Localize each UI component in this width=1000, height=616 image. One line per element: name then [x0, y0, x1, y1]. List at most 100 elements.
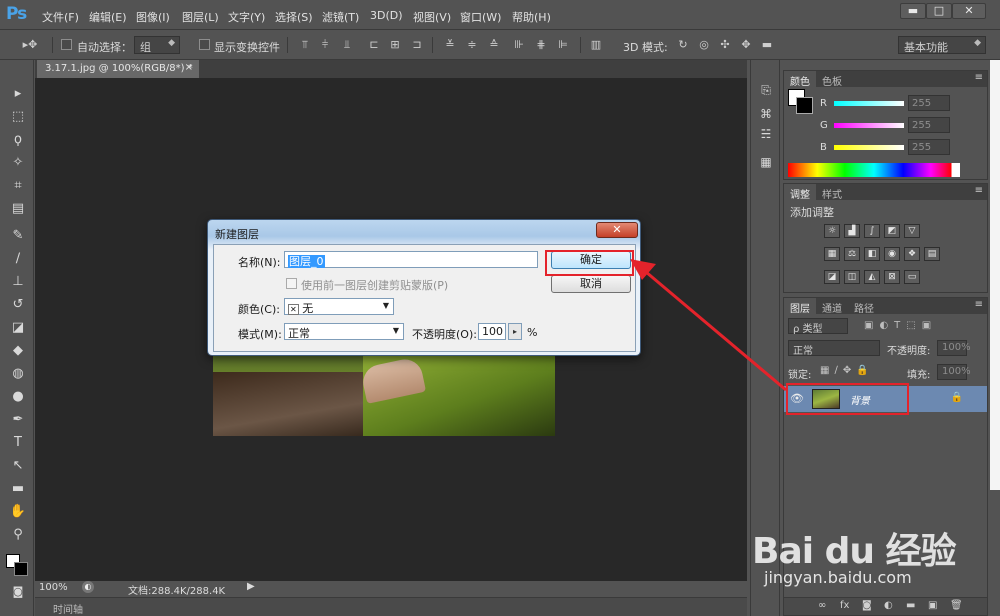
blue-channel-slider[interactable] [834, 145, 904, 150]
panel-menu-icon[interactable]: ≡ [975, 185, 983, 196]
properties-panel-icon[interactable]: ⌘ [756, 104, 776, 124]
menu-select[interactable]: 选择(S) [275, 9, 313, 25]
tab-color[interactable]: 颜色 [784, 71, 816, 88]
background-color-swatch[interactable] [14, 562, 28, 576]
type-tool-icon[interactable]: T [7, 433, 29, 453]
opacity-input[interactable]: 100 [478, 323, 506, 340]
menu-window[interactable]: 窗口(W) [460, 9, 501, 25]
minimize-button[interactable]: ▬ [900, 3, 926, 19]
color-spectrum-bar[interactable] [788, 163, 960, 177]
path-selection-tool-icon[interactable]: ↖ [7, 456, 29, 476]
exposure-icon[interactable]: ◩ [884, 224, 900, 238]
history-brush-tool-icon[interactable]: ↺ [7, 295, 29, 315]
quick-mask-icon[interactable]: ◙ [7, 582, 29, 602]
green-channel-slider[interactable] [834, 123, 904, 128]
dodge-tool-icon[interactable]: ● [7, 387, 29, 407]
menu-file[interactable]: 文件(F) [42, 9, 79, 25]
crop-tool-icon[interactable]: ⌗ [7, 176, 29, 196]
distribute-top-icon[interactable]: ≚ [443, 38, 457, 52]
menu-filter[interactable]: 滤镜(T) [322, 9, 359, 25]
magic-wand-tool-icon[interactable]: ✧ [7, 153, 29, 173]
new-adjustment-icon[interactable]: ◐ [884, 600, 893, 611]
align-bottom-icon[interactable]: ⫫ [340, 38, 354, 52]
show-transform-checkbox[interactable] [199, 39, 210, 50]
photo-filter-icon[interactable]: ◉ [884, 247, 900, 261]
status-menu-arrow-icon[interactable]: ▶ [247, 581, 255, 592]
pen-tool-icon[interactable]: ✒ [7, 410, 29, 430]
marquee-tool-icon[interactable]: ⬚ [7, 107, 29, 127]
menu-help[interactable]: 帮助(H) [512, 9, 551, 25]
posterize-icon[interactable]: ◫ [844, 270, 860, 284]
blue-channel-value[interactable]: 255 [908, 139, 950, 155]
blur-tool-icon[interactable]: ◍ [7, 364, 29, 384]
healing-brush-tool-icon[interactable]: ✎ [7, 226, 29, 246]
close-tab-icon[interactable]: × [185, 62, 193, 73]
invert-icon[interactable]: ◪ [824, 270, 840, 284]
maximize-button[interactable]: □ [926, 3, 952, 19]
shape-tool-icon[interactable]: ▬ [7, 479, 29, 499]
panel-menu-icon[interactable]: ≡ [975, 299, 983, 310]
dialog-close-button[interactable]: ✕ [596, 222, 638, 238]
menu-image[interactable]: 图像(I) [136, 9, 170, 25]
fill-field[interactable]: 100% [937, 364, 971, 380]
black-white-icon[interactable]: ◧ [864, 247, 880, 261]
timeline-label[interactable]: 时间轴 [53, 601, 83, 616]
threshold-icon[interactable]: ◭ [864, 270, 880, 284]
layer-name-input[interactable]: 图层_0 [284, 251, 538, 268]
tab-layers[interactable]: 图层 [784, 298, 816, 315]
green-channel-value[interactable]: 255 [908, 117, 950, 133]
menu-view[interactable]: 视图(V) [413, 9, 451, 25]
distribute-right-icon[interactable]: ⊫ [556, 38, 570, 52]
add-mask-icon[interactable]: ◙ [862, 600, 872, 611]
opacity-slider-arrow-icon[interactable]: ▸ [508, 323, 522, 340]
lock-icons[interactable]: ▦∕✥🔒 [820, 365, 874, 376]
actions-panel-icon[interactable]: ☵ [756, 124, 776, 144]
curves-icon[interactable]: ∫ [864, 224, 880, 238]
document-tab[interactable]: 3.17.1.jpg @ 100%(RGB/8*) * × [37, 60, 199, 78]
tab-swatches[interactable]: 色板 [816, 71, 848, 88]
hue-saturation-icon[interactable]: ▦ [824, 247, 840, 261]
align-vcenter-icon[interactable]: ⫩ [318, 38, 332, 52]
zoom-level[interactable]: 100% [39, 582, 68, 593]
zoom-tool-icon[interactable]: ⚲ [7, 525, 29, 545]
delete-layer-icon[interactable]: 🗑 [950, 600, 963, 611]
auto-select-dropdown[interactable]: 组 ◆ [134, 36, 180, 54]
selective-color-icon[interactable]: ⊠ [884, 270, 900, 284]
color-background-swatch[interactable] [796, 97, 813, 114]
history-panel-icon[interactable]: ⎘ [756, 80, 776, 100]
channel-mixer-icon[interactable]: ❖ [904, 247, 920, 261]
color-balance-icon[interactable]: ⚖ [844, 247, 860, 261]
align-left-icon[interactable]: ⊏ [367, 38, 381, 52]
tab-adjustments[interactable]: 调整 [784, 184, 816, 201]
move-tool-icon[interactable]: ▸ [7, 84, 29, 104]
tab-paths[interactable]: 路径 [848, 298, 880, 315]
fx-icon[interactable]: fx [840, 600, 849, 611]
layer-filter-icons[interactable]: ▣◐T⬚▣ [864, 320, 937, 331]
menu-type[interactable]: 文字(Y) [228, 9, 265, 25]
distribute-left-icon[interactable]: ⊪ [512, 38, 526, 52]
color-lookup-icon[interactable]: ▤ [924, 247, 940, 261]
clone-stamp-tool-icon[interactable]: ⊥ [7, 272, 29, 292]
distribute-hcenter-icon[interactable]: ⋕ [534, 38, 548, 52]
levels-icon[interactable]: ▟ [844, 224, 860, 238]
move-tool-preset-icon[interactable]: ▸✥ [18, 38, 42, 52]
color-dropdown[interactable]: ✕ 无 ▼ [284, 298, 394, 315]
tab-styles[interactable]: 样式 [816, 184, 848, 201]
layer-filter-dropdown[interactable]: ρ 类型 [788, 318, 848, 335]
layer-opacity-field[interactable]: 100% [937, 340, 971, 356]
3d-drag-icon[interactable]: ✣ [718, 38, 732, 52]
tab-channels[interactable]: 通道 [816, 298, 848, 315]
gradient-map-icon[interactable]: ▭ [904, 270, 920, 284]
link-layers-icon[interactable]: ∞ [818, 600, 826, 611]
menu-edit[interactable]: 编辑(E) [89, 9, 127, 25]
vibrance-icon[interactable]: ▽ [904, 224, 920, 238]
new-layer-icon[interactable]: ▣ [928, 600, 937, 611]
workspace-dropdown[interactable]: 基本功能 ◆ [898, 36, 986, 54]
auto-select-checkbox[interactable] [61, 39, 72, 50]
hand-tool-icon[interactable]: ✋ [7, 502, 29, 522]
auto-align-icon[interactable]: ▥ [589, 38, 603, 52]
close-window-button[interactable]: ✕ [952, 3, 986, 19]
paint-bucket-tool-icon[interactable]: ◆ [7, 341, 29, 361]
status-info-icon[interactable]: ◐ [82, 581, 94, 593]
menu-layer[interactable]: 图层(L) [182, 9, 219, 25]
